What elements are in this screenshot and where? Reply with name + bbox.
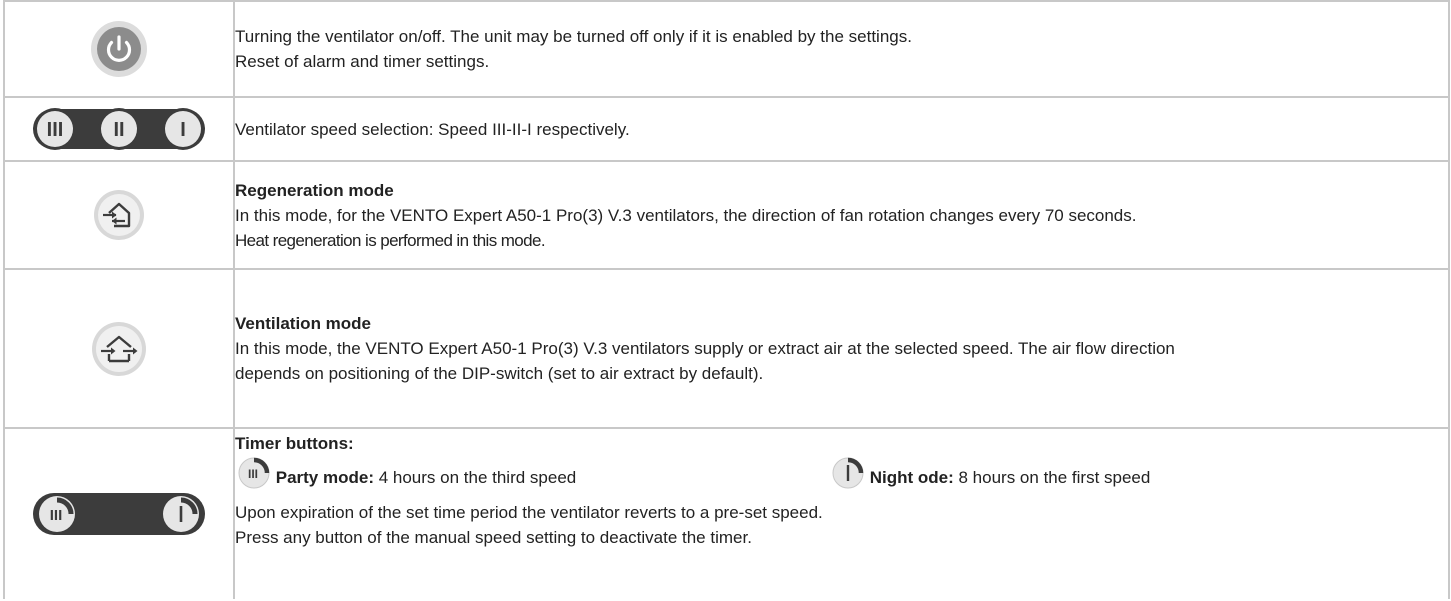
description-cell: Regeneration mode In this mode, for the … [233, 160, 1450, 270]
description-line: Press any button of the manual speed set… [235, 528, 752, 547]
party-mode-item: III Party mode: 4 hours on the third spe… [237, 456, 576, 490]
description-line: Upon expiration of the set time period t… [235, 503, 823, 522]
ventilation-mode-icon [92, 321, 146, 376]
description-line: depends on positioning of the DIP-switch… [235, 364, 764, 383]
table-row-power: Turning the ventilator on/off. The unit … [3, 0, 1450, 98]
description-line: Ventilator speed selection: Speed III-II… [235, 119, 630, 139]
night-mode-item: Night ode: 8 hours on the first speed [831, 456, 1150, 490]
svg-text:III: III [248, 467, 258, 481]
table-row-speed: III II I Ventilator speed selection: Spe… [3, 96, 1450, 162]
description-line: Turning the ventilator on/off. The unit … [235, 27, 912, 46]
description-line: Heat regeneration is performed in this m… [235, 230, 546, 250]
mode-heading: Regeneration mode [235, 180, 394, 200]
table-row-ventilation: Ventilation mode In this mode, the VENTO… [3, 268, 1450, 429]
timer-heading: Timer buttons: [235, 434, 354, 453]
description-line: In this mode, for the VENTO Expert A50-1… [235, 205, 1137, 225]
description-line: In this mode, the VENTO Expert A50-1 Pro… [235, 339, 1175, 358]
party-mode-label: Party mode: [275, 468, 374, 487]
night-mode-label: Night ode: [869, 468, 954, 487]
timer-buttons-icon: III [33, 493, 205, 535]
mode-heading: Ventilation mode [235, 314, 372, 333]
description-cell: Ventilation mode In this mode, the VENTO… [233, 268, 1450, 429]
table-row-regeneration: Regeneration mode In this mode, for the … [3, 160, 1450, 270]
regeneration-mode-icon [94, 190, 144, 240]
timer-modes-line: III Party mode: 4 hours on the third spe… [235, 456, 1448, 500]
controls-table: Turning the ventilator on/off. The unit … [3, 0, 1450, 599]
party-mode-text: 4 hours on the third speed [373, 468, 577, 487]
description-cell: Ventilator speed selection: Speed III-II… [233, 96, 1450, 162]
description-cell: Turning the ventilator on/off. The unit … [233, 0, 1450, 98]
description-cell: Timer buttons: III Party mode: 4 hours o… [233, 427, 1450, 599]
table-row-timer: III Timer buttons: III Party mode: 4 hou… [3, 427, 1450, 599]
icon-cell [3, 0, 235, 98]
icon-cell: III II I [3, 96, 235, 162]
svg-text:III: III [50, 507, 63, 524]
icon-cell: III [3, 427, 235, 599]
speed-selection-buttons-icon: III II I [33, 108, 205, 150]
icon-cell [3, 268, 235, 429]
night-mode-icon [832, 457, 864, 489]
description-line: Reset of alarm and timer settings. [235, 52, 490, 71]
night-mode-text: 8 hours on the first speed [953, 468, 1151, 487]
speed-label-1: I [180, 119, 186, 141]
speed-label-3: III [47, 119, 64, 141]
party-mode-icon: III [238, 457, 270, 489]
speed-label-2: II [113, 119, 124, 141]
icon-cell [3, 160, 235, 270]
power-button-icon [91, 21, 147, 77]
